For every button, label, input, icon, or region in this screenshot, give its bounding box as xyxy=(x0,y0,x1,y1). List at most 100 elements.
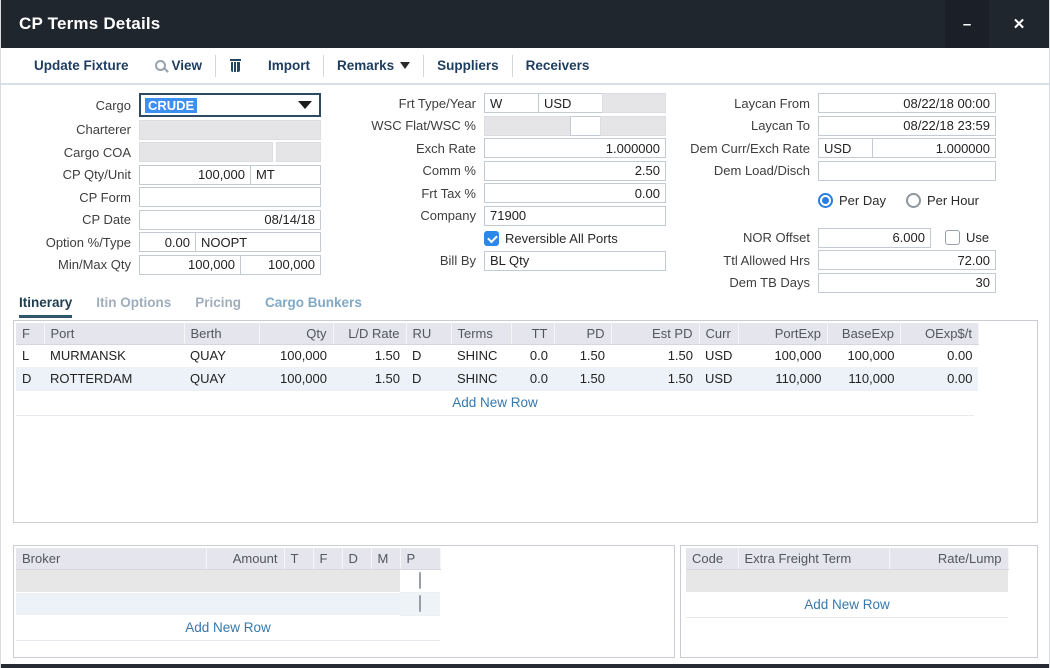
nor-use-label: Use xyxy=(966,230,989,245)
broker-cell-f xyxy=(313,569,342,592)
broker-cell-amount xyxy=(206,569,284,592)
broker-cell-p xyxy=(400,569,440,592)
wsc-flat-field xyxy=(484,116,571,136)
broker-add-new-row[interactable]: Add New Row xyxy=(16,616,440,641)
itinerary-cell-est-pd[interactable]: 1.50 xyxy=(611,367,699,390)
option-type-field[interactable]: NOOPT xyxy=(195,232,321,252)
cargo-coa-field xyxy=(139,142,273,162)
per-day-radio[interactable] xyxy=(818,193,833,208)
tab-pricing[interactable]: Pricing xyxy=(195,295,241,318)
search-icon xyxy=(155,60,166,71)
reversible-all-ports-checkbox[interactable] xyxy=(484,231,499,246)
nor-use-checkbox[interactable] xyxy=(945,230,960,245)
col-header-extra-freight-term: Extra Freight Term xyxy=(738,548,889,569)
exch-rate-field[interactable]: 1.000000 xyxy=(484,138,666,158)
itinerary-cell-terms[interactable]: SHINC xyxy=(451,344,511,367)
remarks-label: Remarks xyxy=(337,58,394,73)
itinerary-cell-ru[interactable]: D xyxy=(406,344,451,367)
cargo-dropdown[interactable]: CRUDE xyxy=(139,93,321,117)
min-qty-field[interactable]: 100,000 xyxy=(139,255,241,275)
company-field[interactable]: 71900 xyxy=(484,206,666,226)
itinerary-cell-oexp-t[interactable]: 0.00 xyxy=(900,367,978,390)
nor-offset-label: NOR Offset xyxy=(676,230,818,245)
dialog-title: CP Terms Details xyxy=(19,14,160,34)
broker-cell-m xyxy=(371,592,400,615)
cp-qty-field[interactable]: 100,000 xyxy=(139,165,251,185)
broker-p-checkbox[interactable] xyxy=(419,595,421,612)
itinerary-cell-f[interactable]: L xyxy=(16,344,44,367)
close-button[interactable]: ✕ xyxy=(997,0,1041,48)
itinerary-cell-port[interactable]: ROTTERDAM xyxy=(44,367,184,390)
dem-exch-rate-field[interactable]: 1.000000 xyxy=(872,138,996,158)
ttl-allowed-hrs-field[interactable]: 72.00 xyxy=(818,250,996,270)
itinerary-cell-curr[interactable]: USD xyxy=(699,344,738,367)
itinerary-row: LMURMANSKQUAY100,0001.50DSHINC0.01.501.5… xyxy=(16,344,978,367)
bill-by-field[interactable]: BL Qty xyxy=(484,251,666,271)
broker-row xyxy=(16,569,440,592)
col-header-code: Code xyxy=(686,548,738,569)
laycan-from-field[interactable]: 08/22/18 00:00 xyxy=(818,93,996,113)
trash-icon xyxy=(229,59,242,73)
delete-button[interactable] xyxy=(216,54,255,78)
cp-form-field[interactable] xyxy=(139,187,321,207)
exch-rate-label: Exch Rate xyxy=(356,141,484,156)
itinerary-cell-portexp[interactable]: 100,000 xyxy=(738,344,827,367)
col-header-qty: Qty xyxy=(259,323,333,344)
itinerary-cell-baseexp[interactable]: 110,000 xyxy=(827,367,900,390)
itinerary-add-new-row[interactable]: Add New Row xyxy=(16,391,974,416)
itinerary-cell-l-d-rate[interactable]: 1.50 xyxy=(333,367,406,390)
receivers-button[interactable]: Receivers xyxy=(513,54,603,78)
itinerary-cell-terms[interactable]: SHINC xyxy=(451,367,511,390)
cp-unit-field[interactable]: MT xyxy=(250,165,321,185)
tab-itin-options[interactable]: Itin Options xyxy=(96,295,171,318)
itinerary-cell-f[interactable]: D xyxy=(16,367,44,390)
itinerary-cell-baseexp[interactable]: 100,000 xyxy=(827,344,900,367)
comm-pct-field[interactable]: 2.50 xyxy=(484,161,666,181)
itinerary-cell-pd[interactable]: 1.50 xyxy=(554,367,611,390)
itinerary-table: FPortBerthQtyL/D RateRUTermsTTPDEst PDCu… xyxy=(16,323,979,391)
tab-itinerary[interactable]: Itinerary xyxy=(19,295,72,318)
nor-offset-field[interactable]: 6.000 xyxy=(818,228,931,248)
minimize-button[interactable]: – xyxy=(945,0,989,48)
laycan-from-label: Laycan From xyxy=(676,96,818,111)
frt-type-field[interactable]: W xyxy=(484,93,539,113)
cargo-coa-label: Cargo COA xyxy=(5,145,139,160)
extra-freight-table: CodeExtra Freight TermRate/Lump xyxy=(686,548,1009,593)
view-button[interactable]: View xyxy=(142,54,216,78)
itinerary-cell-ru[interactable]: D xyxy=(406,367,451,390)
import-button[interactable]: Import xyxy=(255,54,323,78)
min-max-qty-label: Min/Max Qty xyxy=(5,257,139,272)
dem-tb-days-field[interactable]: 30 xyxy=(818,273,996,293)
broker-table: BrokerAmountTFDMP xyxy=(16,548,441,616)
itinerary-cell-l-d-rate[interactable]: 1.50 xyxy=(333,344,406,367)
laycan-to-field[interactable]: 08/22/18 23:59 xyxy=(818,116,996,136)
itinerary-cell-qty[interactable]: 100,000 xyxy=(259,344,333,367)
frt-tax-field[interactable]: 0.00 xyxy=(484,183,666,203)
itinerary-cell-oexp-t[interactable]: 0.00 xyxy=(900,344,978,367)
itinerary-cell-curr[interactable]: USD xyxy=(699,367,738,390)
dem-curr-field[interactable]: USD xyxy=(818,138,873,158)
tab-cargo-bunkers[interactable]: Cargo Bunkers xyxy=(265,295,362,318)
itinerary-cell-pd[interactable]: 1.50 xyxy=(554,344,611,367)
itinerary-cell-portexp[interactable]: 110,000 xyxy=(738,367,827,390)
itinerary-cell-berth[interactable]: QUAY xyxy=(184,344,259,367)
itinerary-cell-tt[interactable]: 0.0 xyxy=(511,344,554,367)
itinerary-cell-qty[interactable]: 100,000 xyxy=(259,367,333,390)
receivers-label: Receivers xyxy=(526,58,590,73)
view-label: View xyxy=(172,58,203,73)
option-pct-field[interactable]: 0.00 xyxy=(139,232,196,252)
suppliers-button[interactable]: Suppliers xyxy=(424,54,512,78)
dropdown-caret-icon xyxy=(298,101,312,109)
update-fixture-button[interactable]: Update Fixture xyxy=(21,54,142,78)
extra-freight-add-new-row[interactable]: Add New Row xyxy=(686,593,1008,618)
per-hour-radio[interactable] xyxy=(906,193,921,208)
frt-currency-field[interactable]: USD xyxy=(538,93,603,113)
max-qty-field[interactable]: 100,000 xyxy=(240,255,321,275)
itinerary-cell-est-pd[interactable]: 1.50 xyxy=(611,344,699,367)
cp-date-field[interactable]: 08/14/18 xyxy=(139,210,321,230)
broker-p-checkbox[interactable] xyxy=(419,572,421,589)
remarks-button[interactable]: Remarks xyxy=(324,54,423,78)
itinerary-cell-tt[interactable]: 0.0 xyxy=(511,367,554,390)
itinerary-cell-berth[interactable]: QUAY xyxy=(184,367,259,390)
itinerary-cell-port[interactable]: MURMANSK xyxy=(44,344,184,367)
